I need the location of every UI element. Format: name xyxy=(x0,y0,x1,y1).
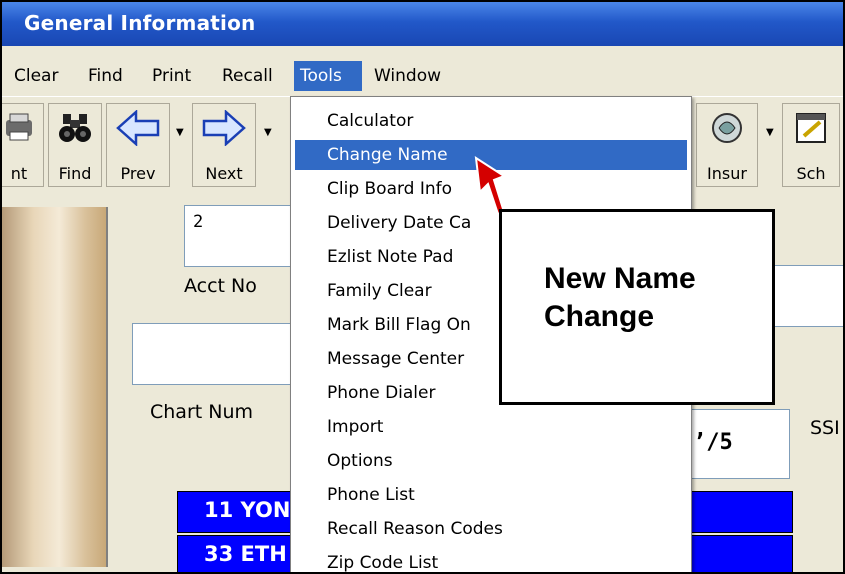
callout-box: New Name Change xyxy=(499,209,775,405)
menu-item-options[interactable]: Options xyxy=(295,446,687,476)
find-button[interactable]: Find xyxy=(48,103,102,187)
prev-dropdown-icon[interactable]: ▼ xyxy=(176,127,184,138)
menu-item-recall-reason-codes[interactable]: Recall Reason Codes xyxy=(295,514,687,544)
binoculars-icon xyxy=(57,110,93,150)
next-button[interactable]: Next xyxy=(192,103,256,187)
insur-button[interactable]: Insur xyxy=(696,103,758,187)
callout-line-1: New Name xyxy=(544,262,696,295)
menu-find[interactable]: Find xyxy=(82,61,129,91)
acct-no-label: Acct No xyxy=(184,275,257,297)
menu-print[interactable]: Print xyxy=(146,61,197,91)
callout-line-2: Change xyxy=(544,300,655,333)
menu-bar: Clear Find Print Recall Tools Window xyxy=(2,58,843,96)
printer-icon xyxy=(2,110,36,148)
sch-button-label: Sch xyxy=(796,164,826,183)
app-window: General Information Clear Find Print Rec… xyxy=(0,0,845,574)
menu-recall[interactable]: Recall xyxy=(216,61,279,91)
chart-num-label: Chart Num xyxy=(150,401,254,423)
print-button[interactable]: nt xyxy=(2,103,44,187)
insurance-icon xyxy=(709,110,745,150)
print-button-label: nt xyxy=(10,164,28,183)
window-title: General Information xyxy=(24,11,256,35)
menu-window[interactable]: Window xyxy=(368,61,447,91)
ssn-label: SSI xyxy=(810,417,840,439)
prev-button-label: Prev xyxy=(120,164,156,183)
next-dropdown-icon[interactable]: ▼ xyxy=(264,127,272,138)
ssn-field[interactable]: ’/5 xyxy=(690,409,790,479)
menu-clear[interactable]: Clear xyxy=(8,61,64,91)
chart-num-field[interactable] xyxy=(132,323,294,385)
callout-text: New Name Change xyxy=(544,260,696,336)
sch-button[interactable]: Sch xyxy=(782,103,840,187)
prev-button[interactable]: Prev xyxy=(106,103,170,187)
insur-button-label: Insur xyxy=(707,164,747,183)
title-bar[interactable]: General Information xyxy=(2,2,843,46)
patient-photo xyxy=(2,207,108,567)
menu-item-phone-list[interactable]: Phone List xyxy=(295,480,687,510)
calendar-icon xyxy=(794,110,828,150)
menu-tools[interactable]: Tools xyxy=(294,61,362,91)
menu-item-calculator[interactable]: Calculator xyxy=(295,106,687,136)
next-button-label: Next xyxy=(205,164,243,183)
menu-item-import[interactable]: Import xyxy=(295,412,687,442)
insur-dropdown-icon[interactable]: ▼ xyxy=(766,127,774,138)
find-button-label: Find xyxy=(58,164,92,183)
arrow-left-icon xyxy=(116,109,160,150)
arrow-right-icon xyxy=(202,109,246,150)
acct-no-field[interactable]: 2 xyxy=(184,205,294,267)
menu-item-zip-code-list[interactable]: Zip Code List xyxy=(295,548,687,572)
